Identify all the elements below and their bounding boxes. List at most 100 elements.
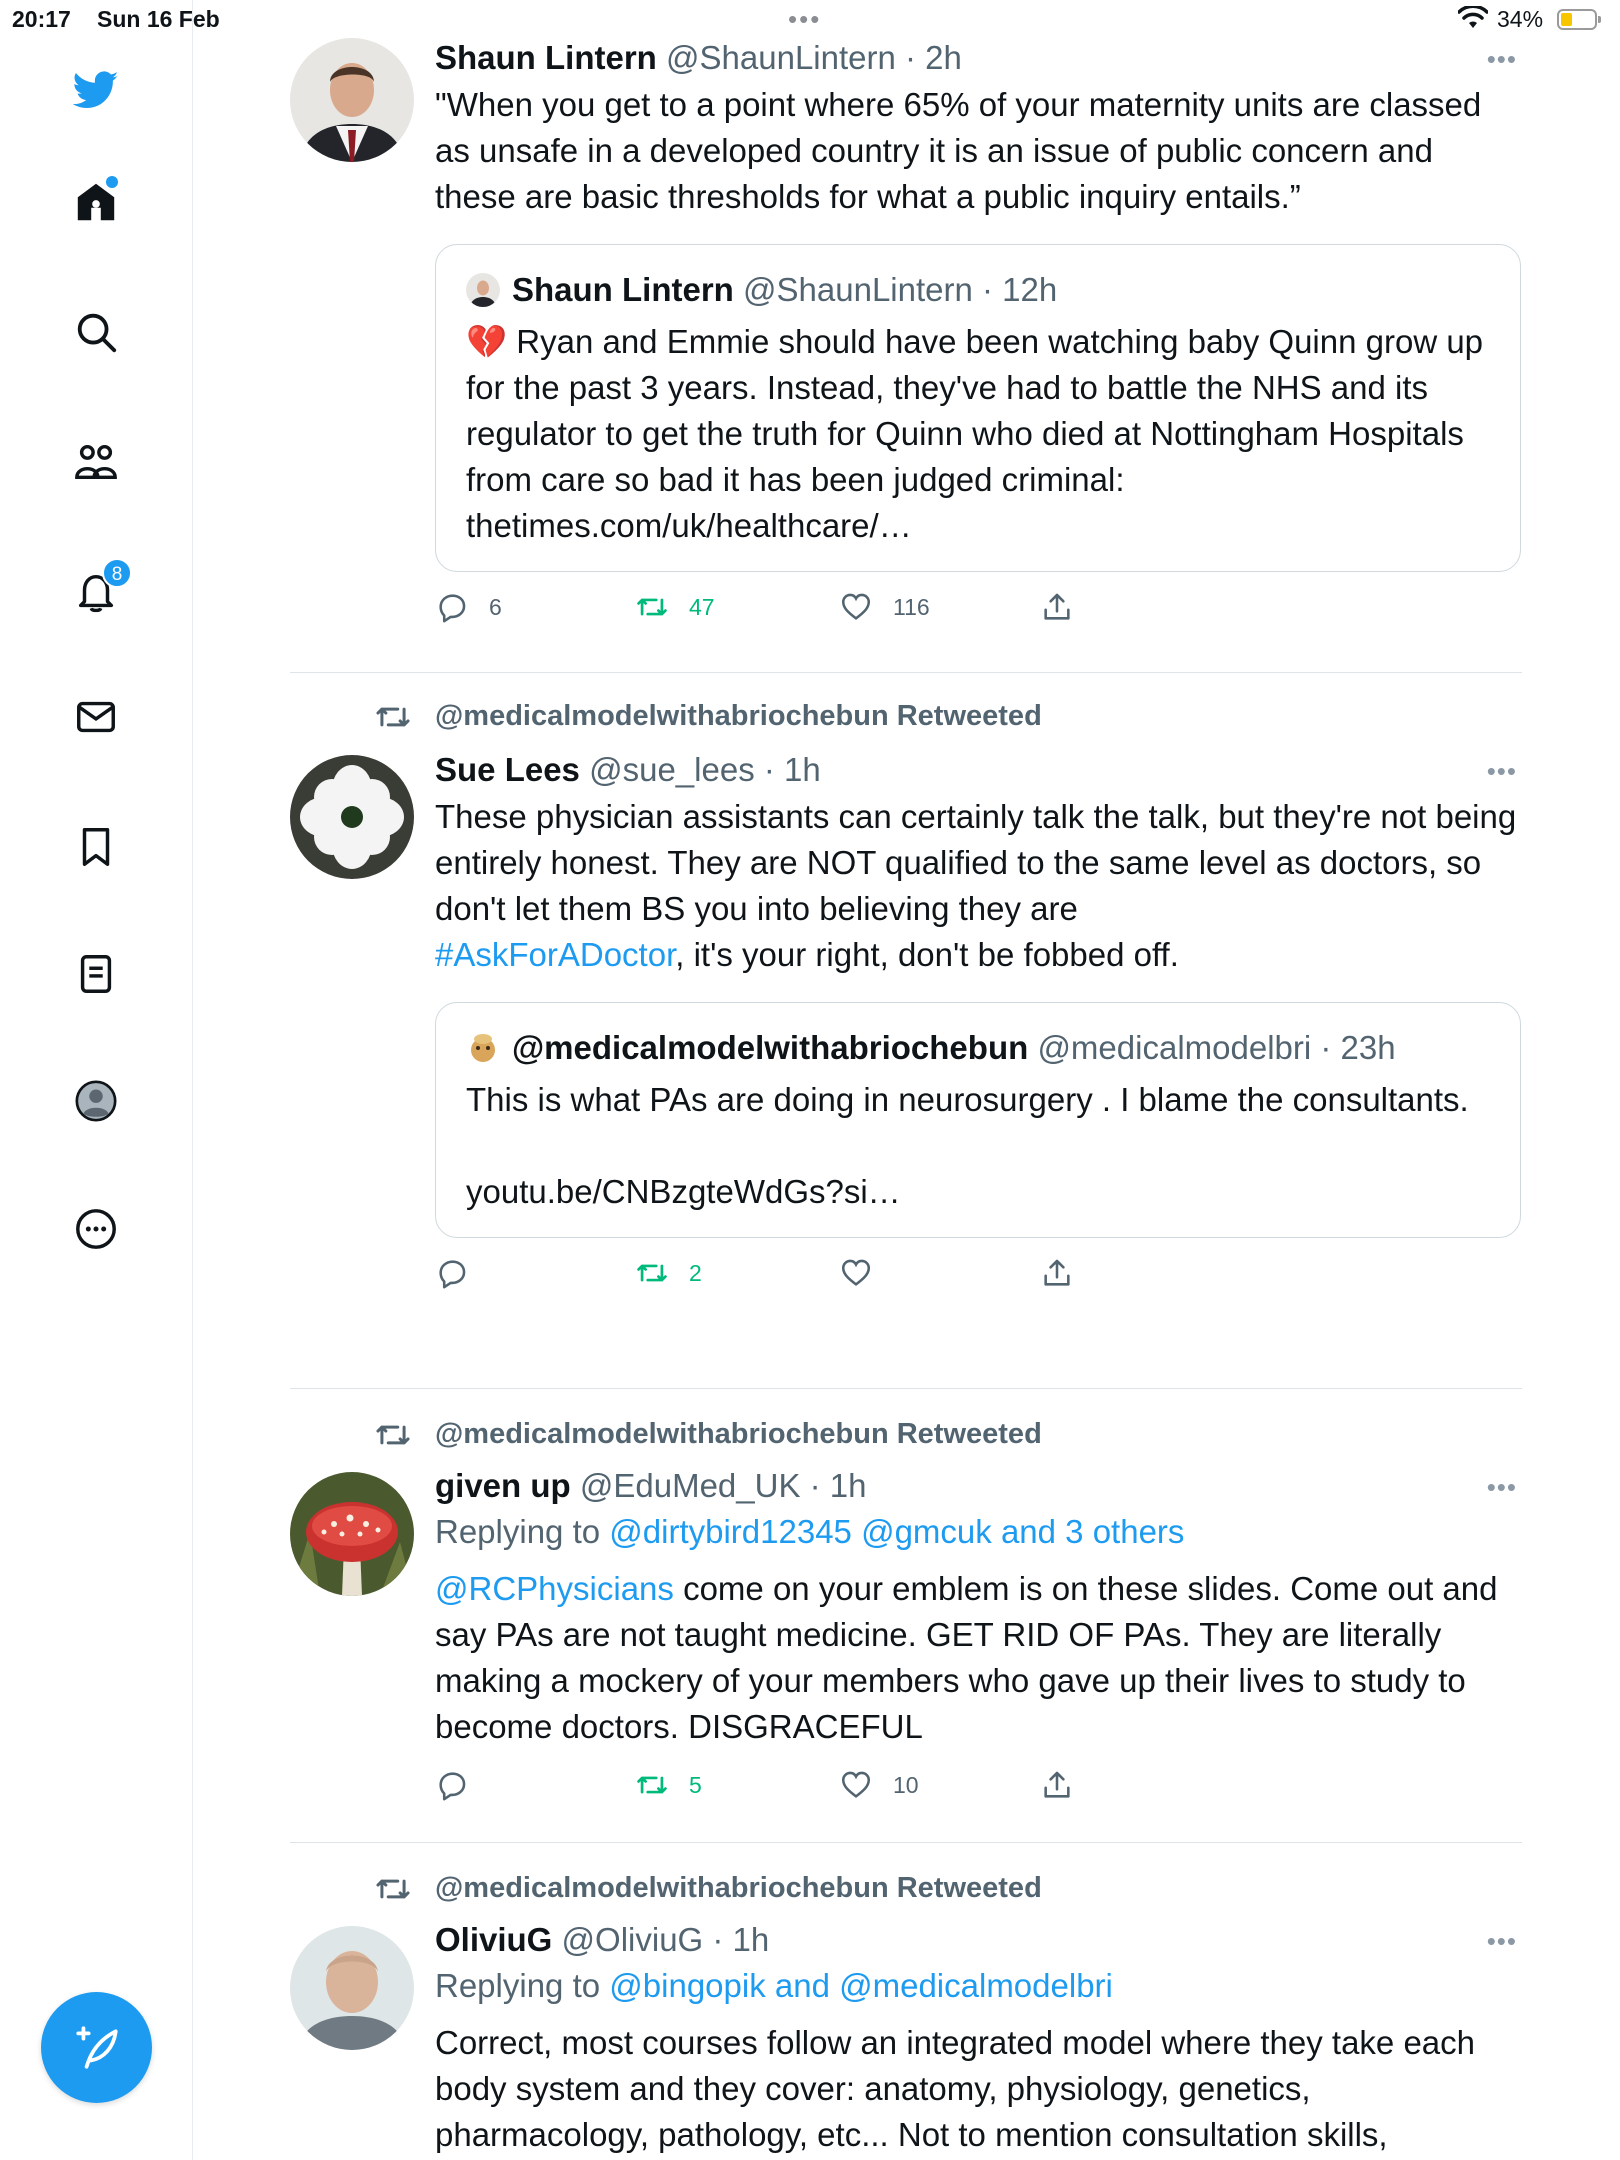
reply-icon xyxy=(439,1260,466,1289)
timeline: Shaun Lintern @ShaunLintern · 2h ••• "Wh… xyxy=(193,0,1620,2160)
avatar[interactable] xyxy=(290,1472,414,1596)
share-icon xyxy=(1044,1771,1070,1798)
hashtag-link[interactable]: #AskForADoctor xyxy=(435,936,675,973)
avatar[interactable] xyxy=(290,755,414,879)
compose-icon xyxy=(75,2025,118,2069)
retweet-button[interactable]: 5 xyxy=(635,1768,702,1802)
like-count: 10 xyxy=(893,1771,919,1798)
share-icon xyxy=(1044,593,1070,620)
user-handle[interactable]: @sue_lees xyxy=(589,751,755,788)
twitter-bird-icon[interactable] xyxy=(70,64,122,116)
user-handle[interactable]: @ShaunLintern xyxy=(666,39,896,76)
bookmarks-icon[interactable] xyxy=(70,821,122,873)
retweet-count: 5 xyxy=(689,1771,702,1798)
tweet-header: given up @EduMed_UK · 1h xyxy=(435,1466,1521,1506)
display-name[interactable]: OliviuG xyxy=(435,1921,552,1958)
retweeted-icon xyxy=(374,1416,412,1462)
more-options-icon[interactable]: ••• xyxy=(1487,1472,1517,1503)
quoted-link[interactable]: youtu.be/CNBzgteWdGs?si… xyxy=(466,1173,901,1210)
avatar[interactable] xyxy=(290,1926,414,2050)
retweeted-icon xyxy=(374,1870,412,1916)
like-button[interactable]: 10 xyxy=(839,1768,919,1802)
share-button[interactable] xyxy=(1040,1256,1094,1290)
tweet-time[interactable]: · 1h xyxy=(712,1921,769,1958)
retweet-button[interactable]: 2 xyxy=(635,1256,702,1290)
more-icon[interactable] xyxy=(70,1203,122,1255)
reply-icon xyxy=(439,594,466,623)
tweet-text: Correct, most courses follow an integrat… xyxy=(435,2024,1476,2153)
tweet-actions: 2 xyxy=(435,1256,1521,1308)
quoted-display-name: @medicalmodelwithabriochebun xyxy=(512,1029,1029,1066)
share-button[interactable] xyxy=(1040,590,1094,624)
notifications-icon[interactable]: 8 xyxy=(70,558,132,618)
share-button[interactable] xyxy=(1040,1768,1094,1802)
quoted-display-name: Shaun Lintern xyxy=(512,271,734,308)
quoted-user-handle: @medicalmodelbri xyxy=(1037,1029,1312,1066)
reply-button[interactable] xyxy=(435,1768,489,1802)
quoted-tweet-time: · 23h xyxy=(1320,1029,1396,1066)
retweeted-by: @medicalmodelwithabriochebun Retweeted xyxy=(376,1872,1042,1905)
retweeted-by: @medicalmodelwithabriochebun Retweeted xyxy=(376,700,1042,733)
tweet-header: OliviuG @OliviuG · 1h xyxy=(435,1920,1521,1960)
display-name[interactable]: Shaun Lintern xyxy=(435,39,657,76)
reply-button[interactable]: 6 xyxy=(435,590,502,624)
user-handle[interactable]: @OliviuG xyxy=(562,1921,704,1958)
quoted-tweet-text: 💔 Ryan and Emmie should have been watchi… xyxy=(466,323,1484,544)
retweet-icon xyxy=(637,1264,667,1282)
tweet-divider xyxy=(290,1388,1522,1389)
quoted-avatar xyxy=(466,273,500,307)
tweet-divider xyxy=(290,672,1522,673)
search-icon[interactable] xyxy=(70,306,122,358)
tweet-header: Shaun Lintern @ShaunLintern · 2h xyxy=(435,38,1521,78)
like-count: 116 xyxy=(893,593,930,620)
user-handle[interactable]: @EduMed_UK xyxy=(580,1467,801,1504)
avatar[interactable] xyxy=(290,38,414,162)
lists-icon[interactable] xyxy=(70,948,122,1000)
tweet-time[interactable]: · 2h xyxy=(905,39,962,76)
reply-button[interactable] xyxy=(435,1256,489,1290)
retweet-count: 47 xyxy=(689,593,715,620)
retweet-count: 2 xyxy=(689,1259,702,1286)
home-unread-dot xyxy=(106,176,118,188)
quoted-tweet-text: This is what PAs are doing in neurosurge… xyxy=(466,1081,1469,1210)
display-name[interactable]: Sue Lees xyxy=(435,751,580,788)
heart-icon xyxy=(841,1259,871,1286)
share-icon xyxy=(1044,1259,1070,1286)
quoted-tweet[interactable]: Shaun Lintern @ShaunLintern · 12h 💔 Ryan… xyxy=(435,244,1521,572)
home-icon[interactable] xyxy=(70,176,122,228)
more-options-icon[interactable]: ••• xyxy=(1487,1926,1517,1957)
heart-icon xyxy=(841,593,871,620)
broken-heart-emoji: 💔 xyxy=(466,323,508,360)
tweet-time[interactable]: · 1h xyxy=(764,751,821,788)
retweet-icon xyxy=(637,598,667,616)
quoted-link[interactable]: thetimes.com/uk/healthcare/… xyxy=(466,507,912,544)
tweet-text: @RCPhysicians come on your emblem is on … xyxy=(435,1570,1498,1745)
mention-link[interactable]: @RCPhysicians xyxy=(435,1570,674,1607)
quoted-avatar xyxy=(466,1031,500,1065)
messages-icon[interactable] xyxy=(70,691,122,743)
replying-to-links[interactable]: @bingopik and @medicalmodelbri xyxy=(609,1967,1113,2004)
more-options-icon[interactable]: ••• xyxy=(1487,756,1517,787)
tweet-divider xyxy=(290,1842,1522,1843)
quoted-user-handle: @ShaunLintern xyxy=(743,271,973,308)
tweet-time[interactable]: · 1h xyxy=(810,1467,867,1504)
tweet-actions: 5 10 xyxy=(435,1768,1521,1820)
more-options-icon[interactable]: ••• xyxy=(1487,44,1517,75)
reply-count: 6 xyxy=(489,593,502,620)
replying-to-links[interactable]: @dirtybird12345 @gmcuk and 3 others xyxy=(609,1513,1184,1550)
profile-icon[interactable] xyxy=(70,1075,122,1127)
retweet-icon xyxy=(637,1776,667,1794)
communities-icon[interactable] xyxy=(70,436,122,488)
display-name[interactable]: given up xyxy=(435,1467,571,1504)
like-button[interactable] xyxy=(839,1256,893,1290)
like-button[interactable]: 116 xyxy=(839,590,930,624)
retweet-button[interactable]: 47 xyxy=(635,590,715,624)
replying-to: Replying to @bingopik and @medicalmodelb… xyxy=(435,1967,1113,2004)
tweet-text: These physician assistants can certainly… xyxy=(435,798,1517,973)
quoted-tweet[interactable]: @medicalmodelwithabriochebun @medicalmod… xyxy=(435,1002,1521,1238)
compose-tweet-button[interactable] xyxy=(41,1992,152,2103)
sidebar-nav: 8 xyxy=(0,0,193,2160)
quoted-tweet-time: · 12h xyxy=(982,271,1058,308)
tweet-header: Sue Lees @sue_lees · 1h xyxy=(435,750,1521,790)
notifications-badge: 8 xyxy=(102,558,132,588)
